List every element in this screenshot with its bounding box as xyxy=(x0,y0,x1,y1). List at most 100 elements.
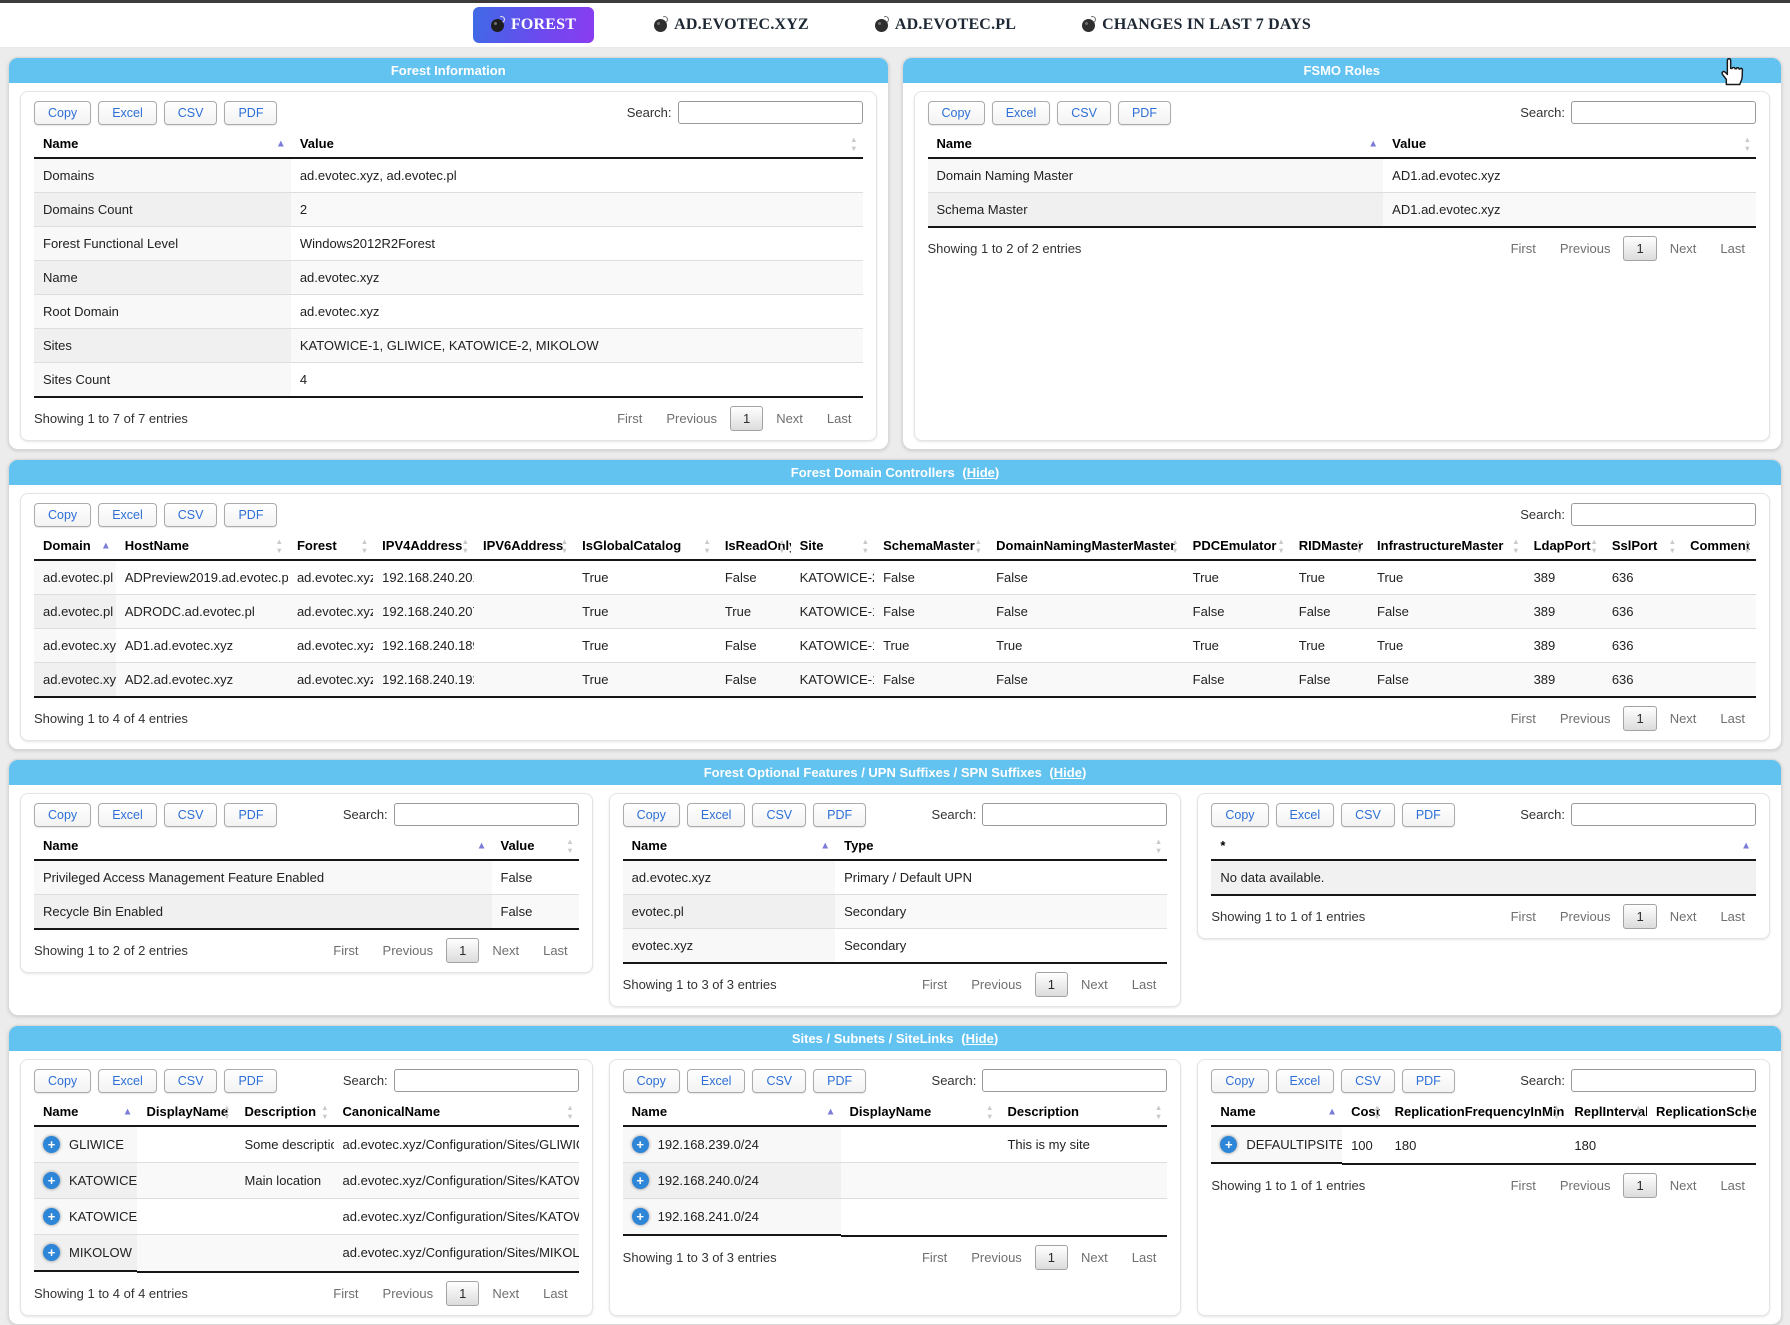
page-last-button[interactable]: Last xyxy=(1709,905,1756,928)
search-input[interactable] xyxy=(982,1069,1167,1092)
expand-row-icon[interactable] xyxy=(632,1136,649,1153)
column-header[interactable]: Name xyxy=(1211,1099,1342,1126)
column-header[interactable]: Name xyxy=(623,833,835,860)
column-header[interactable]: DomainNamingMasterMaster xyxy=(987,533,1184,560)
copy-button[interactable]: Copy xyxy=(623,803,680,827)
page-current-button[interactable]: 1 xyxy=(1623,236,1656,261)
column-header[interactable]: ReplInterval xyxy=(1565,1099,1647,1126)
search-input[interactable] xyxy=(1571,803,1756,826)
page-previous-button[interactable]: Previous xyxy=(372,1282,445,1305)
page-next-button[interactable]: Next xyxy=(481,1282,530,1305)
search-input[interactable] xyxy=(1571,1069,1756,1092)
page-current-button[interactable]: 1 xyxy=(1623,904,1656,929)
excel-button[interactable]: Excel xyxy=(98,101,157,125)
page-previous-button[interactable]: Previous xyxy=(1549,237,1622,260)
page-first-button[interactable]: First xyxy=(322,939,369,962)
column-header[interactable]: Forest xyxy=(288,533,373,560)
hide-link[interactable]: Hide xyxy=(1054,765,1082,780)
csv-button[interactable]: CSV xyxy=(752,803,806,827)
copy-button[interactable]: Copy xyxy=(34,803,91,827)
column-header[interactable]: * xyxy=(1211,833,1756,860)
page-first-button[interactable]: First xyxy=(1500,237,1547,260)
page-last-button[interactable]: Last xyxy=(1121,973,1168,996)
page-first-button[interactable]: First xyxy=(606,407,653,430)
pdf-button[interactable]: PDF xyxy=(1118,101,1171,125)
excel-button[interactable]: Excel xyxy=(1276,803,1335,827)
page-current-button[interactable]: 1 xyxy=(446,1281,479,1306)
csv-button[interactable]: CSV xyxy=(164,101,218,125)
excel-button[interactable]: Excel xyxy=(992,101,1051,125)
page-next-button[interactable]: Next xyxy=(1659,237,1708,260)
expand-row-icon[interactable] xyxy=(632,1172,649,1189)
search-input[interactable] xyxy=(982,803,1167,826)
page-first-button[interactable]: First xyxy=(1500,707,1547,730)
pdf-button[interactable]: PDF xyxy=(1402,1069,1455,1093)
column-header[interactable]: DisplayName xyxy=(137,1099,235,1126)
excel-button[interactable]: Excel xyxy=(98,1069,157,1093)
column-header[interactable]: SslPort xyxy=(1603,533,1681,560)
page-current-button[interactable]: 1 xyxy=(1623,706,1656,731)
page-previous-button[interactable]: Previous xyxy=(1549,1174,1622,1197)
csv-button[interactable]: CSV xyxy=(164,803,218,827)
column-header[interactable]: Name xyxy=(34,131,291,158)
column-header[interactable]: Value xyxy=(1383,131,1756,158)
csv-button[interactable]: CSV xyxy=(1057,101,1111,125)
column-header[interactable]: ReplicationSchedule xyxy=(1647,1099,1756,1126)
pdf-button[interactable]: PDF xyxy=(813,1069,866,1093)
column-header[interactable]: Site xyxy=(791,533,874,560)
search-input[interactable] xyxy=(1571,101,1756,124)
copy-button[interactable]: Copy xyxy=(34,101,91,125)
copy-button[interactable]: Copy xyxy=(623,1069,680,1093)
csv-button[interactable]: CSV xyxy=(752,1069,806,1093)
column-header[interactable]: ReplicationFrequencyInMinutes xyxy=(1386,1099,1566,1126)
page-last-button[interactable]: Last xyxy=(1709,237,1756,260)
csv-button[interactable]: CSV xyxy=(1341,1069,1395,1093)
csv-button[interactable]: CSV xyxy=(164,503,218,527)
page-next-button[interactable]: Next xyxy=(1070,973,1119,996)
search-input[interactable] xyxy=(394,1069,579,1092)
column-header[interactable]: IPV4Address xyxy=(373,533,474,560)
column-header[interactable]: InfrastructureMaster xyxy=(1368,533,1525,560)
page-next-button[interactable]: Next xyxy=(481,939,530,962)
page-first-button[interactable]: First xyxy=(911,973,958,996)
page-previous-button[interactable]: Previous xyxy=(960,973,1033,996)
column-header[interactable]: IsGlobalCatalog xyxy=(573,533,716,560)
tab-ad-evotec-pl[interactable]: AD.EVOTEC.PL xyxy=(869,8,1022,42)
page-last-button[interactable]: Last xyxy=(532,939,579,962)
column-header[interactable]: Name xyxy=(623,1099,841,1126)
hide-link[interactable]: Hide xyxy=(967,465,995,480)
copy-button[interactable]: Copy xyxy=(34,503,91,527)
csv-button[interactable]: CSV xyxy=(164,1069,218,1093)
column-header[interactable]: HostName xyxy=(116,533,288,560)
tab-changes-last-7-days[interactable]: CHANGES IN LAST 7 DAYS xyxy=(1076,8,1317,42)
excel-button[interactable]: Excel xyxy=(98,503,157,527)
tab-ad-evotec-xyz[interactable]: AD.EVOTEC.XYZ xyxy=(648,8,815,42)
search-input[interactable] xyxy=(678,101,863,124)
column-header[interactable]: Type xyxy=(835,833,1167,860)
excel-button[interactable]: Excel xyxy=(687,803,746,827)
page-current-button[interactable]: 1 xyxy=(446,938,479,963)
column-header[interactable]: Cost xyxy=(1342,1099,1386,1126)
page-next-button[interactable]: Next xyxy=(1659,1174,1708,1197)
page-first-button[interactable]: First xyxy=(322,1282,369,1305)
column-header[interactable]: Value xyxy=(492,833,579,860)
page-previous-button[interactable]: Previous xyxy=(960,1246,1033,1269)
column-header[interactable]: Comment xyxy=(1681,533,1756,560)
page-current-button[interactable]: 1 xyxy=(1035,1245,1068,1270)
page-last-button[interactable]: Last xyxy=(1709,1174,1756,1197)
copy-button[interactable]: Copy xyxy=(34,1069,91,1093)
hide-link[interactable]: Hide xyxy=(966,1031,994,1046)
page-last-button[interactable]: Last xyxy=(532,1282,579,1305)
copy-button[interactable]: Copy xyxy=(928,101,985,125)
page-last-button[interactable]: Last xyxy=(1121,1246,1168,1269)
pdf-button[interactable]: PDF xyxy=(224,1069,277,1093)
column-header[interactable]: Name xyxy=(34,833,492,860)
column-header[interactable]: DisplayName xyxy=(841,1099,999,1126)
column-header[interactable]: Description xyxy=(998,1099,1167,1126)
copy-button[interactable]: Copy xyxy=(1211,803,1268,827)
page-previous-button[interactable]: Previous xyxy=(1549,905,1622,928)
column-header[interactable]: Description xyxy=(236,1099,334,1126)
column-header[interactable]: IsReadOnly xyxy=(716,533,791,560)
page-last-button[interactable]: Last xyxy=(1709,707,1756,730)
column-header[interactable]: RIDMaster xyxy=(1290,533,1368,560)
